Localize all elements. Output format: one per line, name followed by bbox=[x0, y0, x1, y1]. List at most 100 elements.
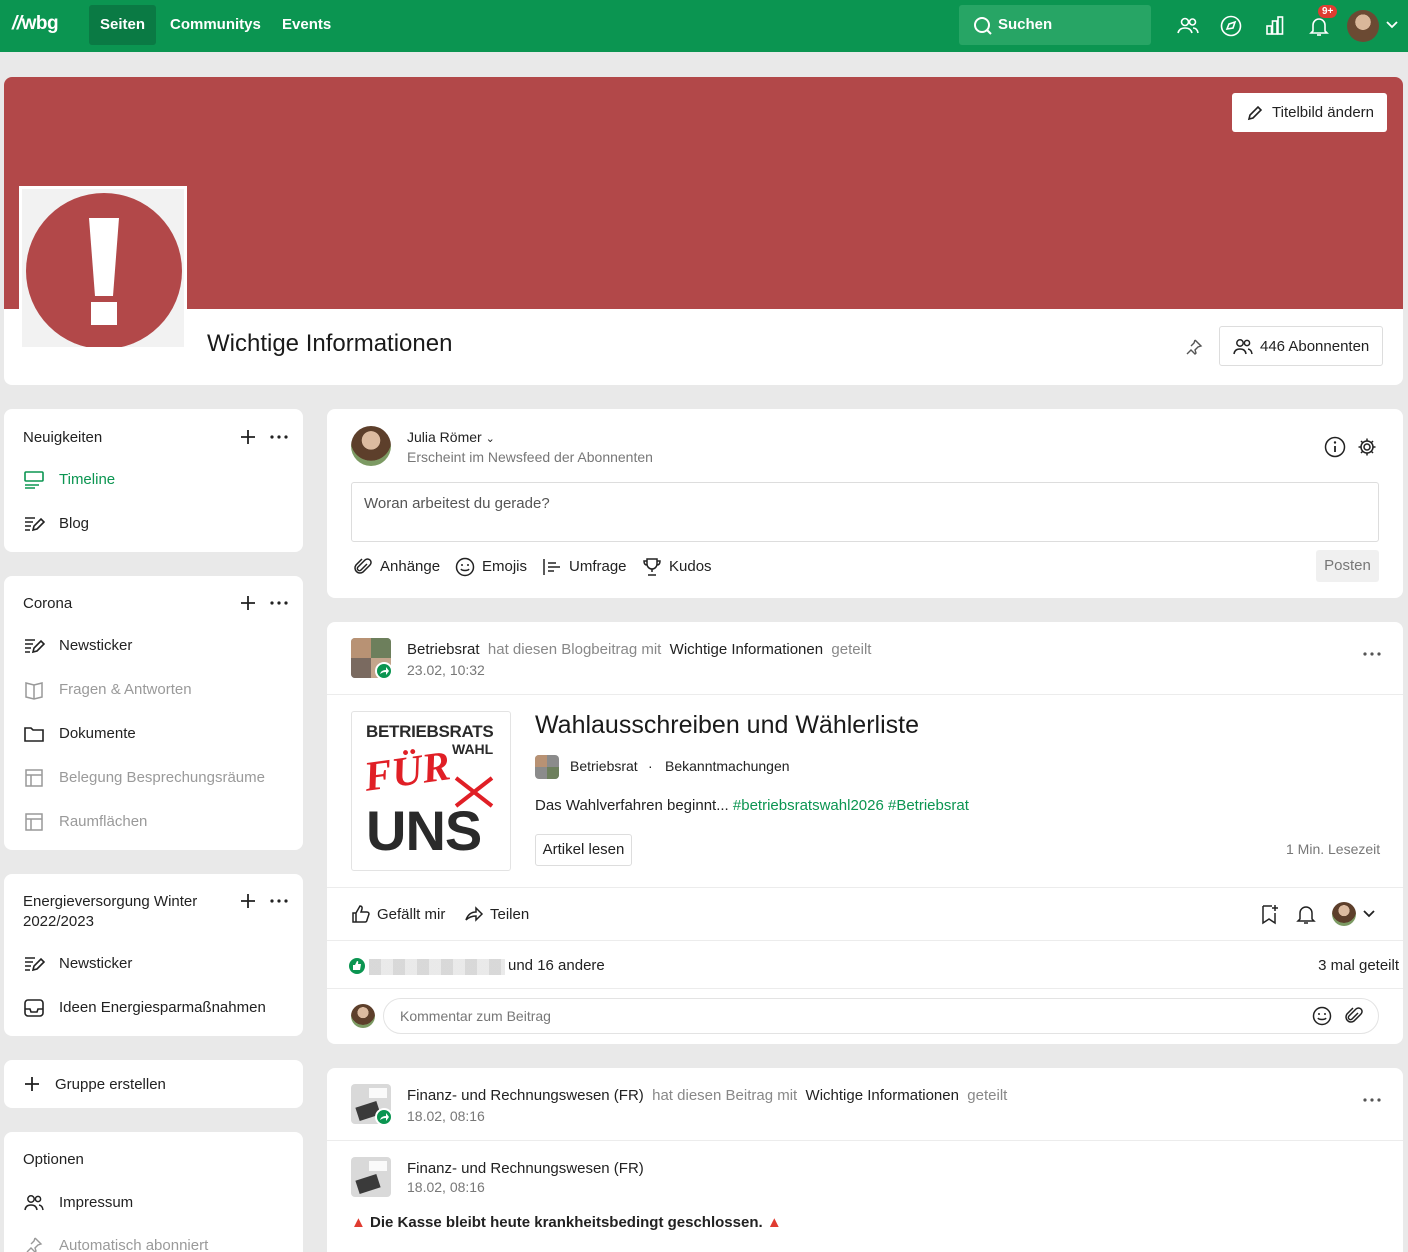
bookmark-add-icon[interactable] bbox=[1259, 903, 1281, 925]
post-author[interactable]: Finanz- und Rechnungswesen (FR) bbox=[407, 1087, 644, 1104]
page-title: Wichtige Informationen bbox=[207, 330, 453, 357]
post-action-end: geteilt bbox=[831, 641, 872, 658]
subscribers-button[interactable]: 446 Abonnenten bbox=[1219, 326, 1383, 366]
sidebar-options-card: Optionen Impressum Automatisch abonniert bbox=[4, 1132, 303, 1252]
search-field[interactable]: Suchen bbox=[959, 5, 1151, 45]
thumbs-up-icon bbox=[352, 905, 370, 923]
paperclip-icon[interactable] bbox=[1344, 1006, 1364, 1026]
nav-events[interactable]: Events bbox=[271, 5, 342, 45]
sidebar-item-timeline[interactable]: Timeline bbox=[23, 469, 293, 491]
hashtags[interactable]: #betriebsratswahl2026 #Betriebsrat bbox=[733, 797, 969, 814]
energy-heading-line1: Energieversorgung Winter bbox=[23, 893, 198, 910]
more-options-icon[interactable] bbox=[270, 435, 288, 439]
sidebar-item-newsticker[interactable]: Newsticker bbox=[23, 635, 293, 657]
smiley-icon[interactable] bbox=[1312, 1006, 1332, 1026]
sidebar-item-room-areas[interactable]: Raumflächen bbox=[23, 811, 293, 833]
create-group-card[interactable]: Gruppe erstellen bbox=[4, 1060, 303, 1108]
composer-author[interactable]: Julia Römer ⌄ bbox=[407, 429, 495, 445]
bell-icon[interactable] bbox=[1295, 903, 1317, 925]
divider bbox=[327, 988, 1403, 989]
article-category[interactable]: Bekanntmachungen bbox=[665, 758, 790, 774]
sidebar-item-blog[interactable]: Blog bbox=[23, 513, 293, 535]
like-badge-icon bbox=[349, 958, 365, 974]
more-options-icon[interactable] bbox=[1363, 652, 1381, 656]
chevron-down-icon[interactable] bbox=[1386, 21, 1398, 29]
change-cover-button[interactable]: Titelbild ändern bbox=[1232, 93, 1387, 132]
post-card: Finanz- und Rechnungswesen (FR) hat dies… bbox=[327, 1068, 1403, 1252]
likes-text[interactable]: und 16 andere bbox=[508, 957, 605, 974]
more-options-icon[interactable] bbox=[270, 899, 288, 903]
analytics-icon[interactable] bbox=[1263, 14, 1287, 38]
pencil-icon bbox=[1247, 105, 1263, 121]
article-author[interactable]: Betriebsrat bbox=[570, 758, 638, 774]
group-avatar bbox=[535, 755, 559, 779]
gear-icon[interactable] bbox=[1357, 437, 1377, 457]
share-as-avatar[interactable] bbox=[1332, 902, 1356, 926]
search-label: Suchen bbox=[998, 16, 1053, 33]
read-time: 1 Min. Lesezeit bbox=[1286, 841, 1381, 857]
sidebar-item-energy-newsticker[interactable]: Newsticker bbox=[23, 953, 293, 975]
info-icon[interactable] bbox=[1324, 436, 1346, 458]
post-author[interactable]: Betriebsrat bbox=[407, 641, 480, 658]
inner-post-time[interactable]: 18.02, 08:16 bbox=[407, 1179, 485, 1195]
sidebar-item-documents[interactable]: Dokumente bbox=[23, 723, 293, 745]
post-action: hat diesen Beitrag mit bbox=[652, 1087, 798, 1104]
sidebar-item-room-booking[interactable]: Belegung Besprechungsräume bbox=[23, 767, 293, 789]
article-thumbnail[interactable]: BETRIEBSRATS WAHL FÜR UNS bbox=[351, 711, 511, 871]
comment-input[interactable]: Kommentar zum Beitrag bbox=[383, 998, 1379, 1034]
shares-count[interactable]: 3 mal geteilt bbox=[1318, 957, 1399, 974]
sidebar-item-label: Fragen & Antworten bbox=[59, 681, 192, 698]
post-time[interactable]: 18.02, 08:16 bbox=[407, 1108, 485, 1124]
post-meta: Betriebsrat hat diesen Blogbeitrag mit W… bbox=[407, 641, 871, 658]
more-options-icon[interactable] bbox=[270, 601, 288, 605]
sidebar-item-auto-subscribed[interactable]: Automatisch abonniert bbox=[23, 1235, 293, 1252]
post-time[interactable]: 23.02, 10:32 bbox=[407, 662, 485, 678]
sidebar-item-label: Blog bbox=[59, 515, 90, 532]
user-avatar[interactable] bbox=[1347, 10, 1379, 42]
composer-input[interactable]: Woran arbeitest du gerade? bbox=[351, 482, 1379, 542]
options-heading: Optionen bbox=[23, 1151, 84, 1168]
plus-icon bbox=[25, 1077, 39, 1091]
siren-icon: ▲ bbox=[351, 1214, 366, 1231]
sidebar-corona-card: Corona Newsticker Fragen & Antworten Dok… bbox=[4, 576, 303, 850]
reactions-summary: und 16 andere 3 mal geteilt bbox=[347, 956, 1399, 976]
table-icon bbox=[25, 769, 43, 787]
sidebar-item-label: Newsticker bbox=[59, 955, 133, 972]
page-avatar bbox=[19, 186, 187, 350]
chevron-down-icon[interactable] bbox=[1363, 910, 1375, 918]
plus-icon[interactable] bbox=[240, 595, 256, 611]
people-icon bbox=[1233, 339, 1253, 355]
post-target[interactable]: Wichtige Informationen bbox=[670, 641, 823, 658]
thumb-text-line1: BETRIEBSRATS bbox=[366, 722, 494, 741]
inner-post-author[interactable]: Finanz- und Rechnungswesen (FR) bbox=[407, 1160, 644, 1177]
read-article-button[interactable]: Artikel lesen bbox=[535, 834, 632, 866]
search-icon bbox=[974, 17, 992, 35]
plus-icon[interactable] bbox=[240, 429, 256, 445]
table-icon bbox=[25, 813, 43, 831]
article-title[interactable]: Wahlausschreiben und Wählerliste bbox=[535, 711, 919, 740]
share-badge-icon bbox=[375, 662, 393, 680]
article-description: Das Wahlverfahren beginnt... #betriebsra… bbox=[535, 797, 969, 814]
plus-icon[interactable] bbox=[240, 893, 256, 909]
post-button[interactable]: Posten bbox=[1316, 550, 1379, 582]
compass-icon[interactable] bbox=[1219, 14, 1243, 38]
change-cover-label: Titelbild ändern bbox=[1272, 104, 1375, 121]
wbg-logo[interactable]: //wbg bbox=[12, 13, 59, 35]
divider bbox=[327, 887, 1403, 888]
page-header: Titelbild ändern Wichtige Informationen … bbox=[4, 77, 1403, 385]
more-options-icon[interactable] bbox=[1363, 1098, 1381, 1102]
nav-communitys[interactable]: Communitys bbox=[159, 5, 272, 45]
group-avatar[interactable] bbox=[351, 1157, 391, 1197]
pin-icon[interactable] bbox=[1185, 338, 1203, 356]
sidebar-item-faq[interactable]: Fragen & Antworten bbox=[23, 679, 293, 701]
sidebar-item-label: Newsticker bbox=[59, 637, 133, 654]
people-icon[interactable] bbox=[1176, 14, 1200, 38]
blog-icon bbox=[25, 957, 45, 972]
sidebar-item-imprint[interactable]: Impressum bbox=[23, 1192, 293, 1214]
sidebar-item-energy-ideas[interactable]: Ideen Energiesparmaßnahmen bbox=[23, 997, 293, 1019]
composer-audience: Erscheint im Newsfeed der Abonnenten bbox=[407, 449, 653, 465]
post-target[interactable]: Wichtige Informationen bbox=[806, 1087, 959, 1104]
sidebar-item-label: Dokumente bbox=[59, 725, 136, 742]
notification-badge: 9+ bbox=[1318, 5, 1338, 18]
nav-seiten[interactable]: Seiten bbox=[89, 5, 157, 45]
